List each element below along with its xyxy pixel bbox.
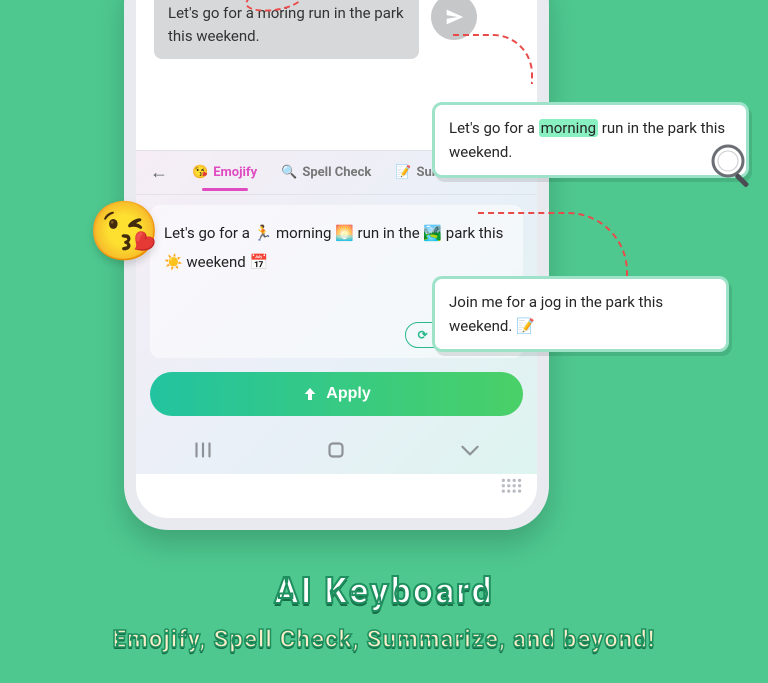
tab-spellcheck[interactable]: 🔍 Spell Check (281, 165, 371, 180)
magnifier-icon (708, 141, 756, 189)
summarize-callout: Join me for a jog in the park this weeke… (432, 276, 729, 352)
spellcheck-prefix: Let's go for a (449, 119, 539, 137)
note-icon: 📝 (395, 165, 411, 180)
send-button[interactable] (431, 0, 477, 40)
tab-emojify-label: Emojify (213, 165, 257, 180)
phone-frame: Let's go for a moring run in the park th… (124, 0, 549, 530)
recent-apps-button[interactable] (190, 437, 216, 467)
decor-emoji: 😘 (88, 198, 160, 266)
connector-line-spellcheck (453, 34, 533, 84)
headline: AI Keyboard (0, 570, 768, 612)
back-nav-button[interactable] (457, 437, 483, 467)
home-button[interactable] (323, 437, 349, 467)
apply-button[interactable]: Apply (150, 372, 523, 416)
spellcheck-correction: morning (539, 119, 598, 137)
send-icon (443, 6, 465, 28)
subline: Emojify, Spell Check, Summarize, and bey… (0, 625, 768, 653)
tab-spellcheck-label: Spell Check (302, 165, 371, 180)
android-navbar (136, 430, 537, 474)
apply-label: Apply (326, 385, 370, 403)
refresh-icon: ⟳ (418, 328, 428, 342)
user-text-bubble[interactable]: Let's go for a moring run in the park th… (154, 0, 419, 59)
emojify-result-text: Let's go for a 🏃 morning 🌅 run in the 🏞️… (164, 224, 503, 271)
magnifier-icon: 🔍 (281, 165, 297, 180)
face-kiss-icon: 😘 (192, 165, 208, 180)
spellcheck-callout: Let's go for a morning run in the park t… (432, 102, 749, 178)
keyboard-toggle-icon[interactable] (499, 476, 525, 506)
summarize-text: Join me for a jog in the park this weeke… (449, 293, 663, 335)
tab-emojify[interactable]: 😘 Emojify (192, 165, 257, 180)
up-arrow-icon (302, 386, 318, 402)
back-button[interactable]: ← (150, 162, 168, 183)
